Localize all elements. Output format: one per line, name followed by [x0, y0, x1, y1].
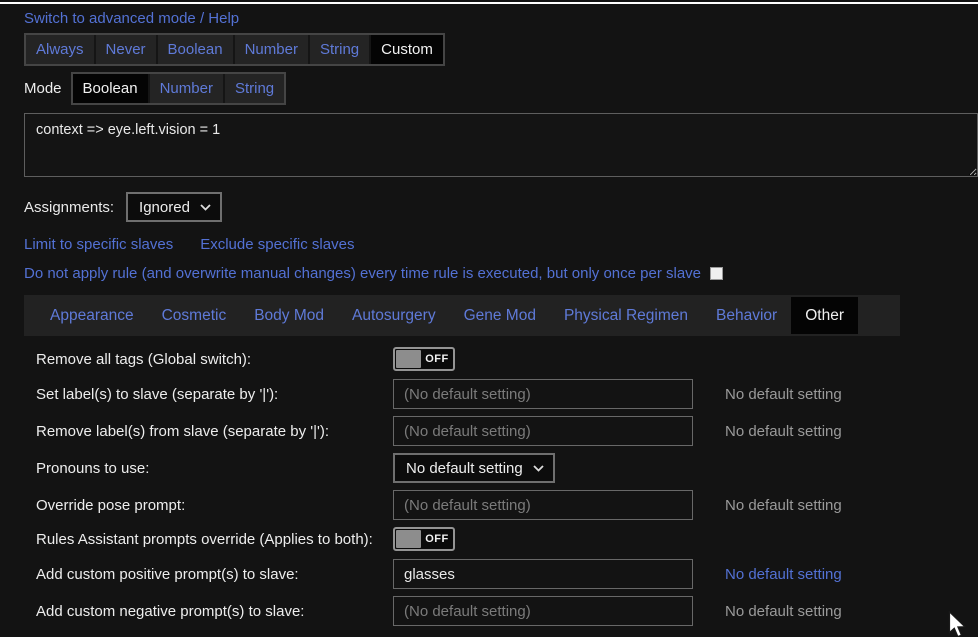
tab-physical-regimen[interactable]: Physical Regimen [550, 295, 702, 336]
remove-labels-row: Remove label(s) from slave (separate by … [24, 416, 978, 446]
help-link[interactable]: Help [208, 10, 239, 27]
negative-prompts-row: Add custom negative prompt(s) to slave: … [24, 596, 978, 626]
override-pose-row: Override pose prompt: No default setting [24, 490, 978, 520]
mouse-cursor [948, 611, 970, 637]
rules-assistant-page: Switch to advanced mode / Help Always Ne… [0, 10, 978, 626]
tab-behavior[interactable]: Behavior [702, 295, 791, 336]
top-divider [0, 2, 978, 4]
toggle-knob [396, 350, 421, 368]
positive-prompts-row: Add custom positive prompt(s) to slave: … [24, 559, 978, 589]
apply-once-row: Do not apply rule (and overwrite manual … [24, 265, 978, 282]
toggle-knob [396, 530, 421, 548]
apply-once-checkbox[interactable] [710, 267, 723, 280]
set-labels-row: Set label(s) to slave (separate by '|'):… [24, 379, 978, 409]
tab-body-mod[interactable]: Body Mod [240, 295, 338, 336]
category-tab-bar: Appearance Cosmetic Body Mod Autosurgery… [24, 295, 900, 336]
tab-other[interactable]: Other [791, 297, 858, 334]
apply-once-label: Do not apply rule (and overwrite manual … [24, 265, 701, 282]
set-labels-label: Set label(s) to slave (separate by '|'): [24, 386, 393, 403]
tab-number[interactable]: Number [233, 35, 308, 64]
assignments-label: Assignments: [24, 199, 114, 216]
tab-boolean[interactable]: Boolean [156, 35, 233, 64]
custom-rule-editor[interactable]: context => eye.left.vision = 1 [24, 113, 978, 177]
switch-advanced-mode-link[interactable]: Switch to advanced mode [24, 10, 196, 27]
remove-labels-default-note: No default setting [725, 423, 842, 440]
positive-prompts-input[interactable] [393, 559, 693, 589]
tab-appearance[interactable]: Appearance [36, 295, 148, 336]
toggle-state-label: OFF [421, 353, 453, 365]
chevron-down-icon [533, 465, 544, 472]
remove-all-tags-label: Remove all tags (Global switch): [24, 351, 393, 368]
limit-specific-slaves-link[interactable]: Limit to specific slaves [24, 236, 173, 253]
prompts-override-toggle[interactable]: OFF [393, 527, 455, 551]
mode-tab-string[interactable]: String [223, 74, 284, 103]
exclude-specific-slaves-link[interactable]: Exclude specific slaves [200, 236, 354, 253]
mode-tab-group: Boolean Number String [71, 72, 287, 105]
header-links: Switch to advanced mode / Help [24, 10, 978, 27]
tab-custom[interactable]: Custom [369, 35, 443, 64]
remove-labels-label: Remove label(s) from slave (separate by … [24, 423, 393, 440]
mode-row: Mode Boolean Number String [24, 72, 978, 105]
tab-cosmetic[interactable]: Cosmetic [148, 295, 241, 336]
mode-tab-number[interactable]: Number [148, 74, 223, 103]
set-labels-default-note: No default setting [725, 386, 842, 403]
tab-always[interactable]: Always [26, 35, 94, 64]
remove-all-tags-row: Remove all tags (Global switch): OFF [24, 347, 978, 371]
negative-prompts-label: Add custom negative prompt(s) to slave: [24, 603, 393, 620]
tab-string[interactable]: String [308, 35, 369, 64]
assignments-select[interactable]: Ignored [126, 192, 222, 222]
negative-prompts-default-note: No default setting [725, 603, 842, 620]
pronouns-select-value: No default setting [406, 460, 523, 477]
override-pose-input[interactable] [393, 490, 693, 520]
pronouns-label: Pronouns to use: [24, 460, 393, 477]
assignments-row: Assignments: Ignored [24, 192, 978, 222]
chevron-down-icon [200, 204, 211, 211]
tab-gene-mod[interactable]: Gene Mod [450, 295, 550, 336]
remove-all-tags-toggle[interactable]: OFF [393, 347, 455, 371]
mode-label: Mode [24, 80, 62, 97]
assignments-select-value: Ignored [139, 199, 190, 216]
pronouns-select[interactable]: No default setting [393, 453, 555, 483]
set-labels-input[interactable] [393, 379, 693, 409]
trigger-tab-group: Always Never Boolean Number String Custo… [24, 33, 445, 66]
pronouns-row: Pronouns to use: No default setting [24, 453, 978, 483]
override-pose-label: Override pose prompt: [24, 497, 393, 514]
remove-labels-input[interactable] [393, 416, 693, 446]
tab-never[interactable]: Never [94, 35, 156, 64]
positive-prompts-label: Add custom positive prompt(s) to slave: [24, 566, 393, 583]
positive-prompts-default-link[interactable]: No default setting [725, 566, 842, 583]
link-separator: / [200, 10, 204, 27]
toggle-state-label: OFF [421, 533, 453, 545]
override-pose-default-note: No default setting [725, 497, 842, 514]
other-settings-form: Remove all tags (Global switch): OFF Set… [24, 347, 978, 626]
slave-filter-links: Limit to specific slaves Exclude specifi… [24, 236, 978, 253]
prompts-override-row: Rules Assistant prompts override (Applie… [24, 527, 978, 551]
mode-tab-boolean[interactable]: Boolean [73, 74, 148, 103]
tab-autosurgery[interactable]: Autosurgery [338, 295, 450, 336]
prompts-override-label: Rules Assistant prompts override (Applie… [24, 531, 393, 548]
negative-prompts-input[interactable] [393, 596, 693, 626]
